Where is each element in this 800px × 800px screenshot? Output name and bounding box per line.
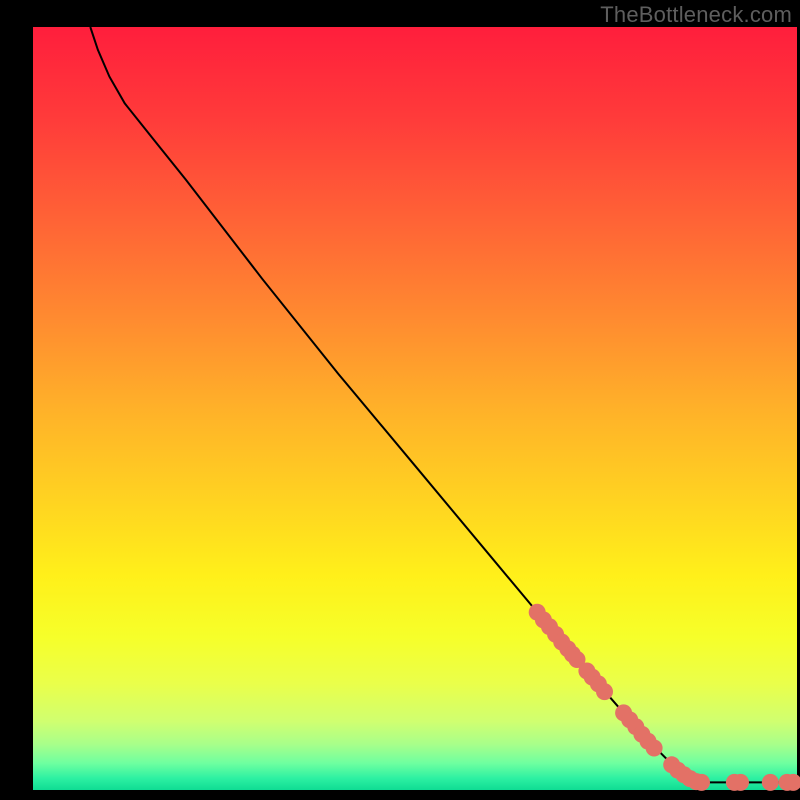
data-marker bbox=[693, 774, 710, 791]
data-marker bbox=[646, 740, 663, 757]
gradient-background bbox=[33, 27, 797, 790]
data-marker bbox=[596, 683, 613, 700]
data-marker bbox=[732, 774, 749, 791]
data-marker bbox=[762, 774, 779, 791]
bottleneck-chart bbox=[0, 0, 800, 800]
chart-stage: TheBottleneck.com bbox=[0, 0, 800, 800]
